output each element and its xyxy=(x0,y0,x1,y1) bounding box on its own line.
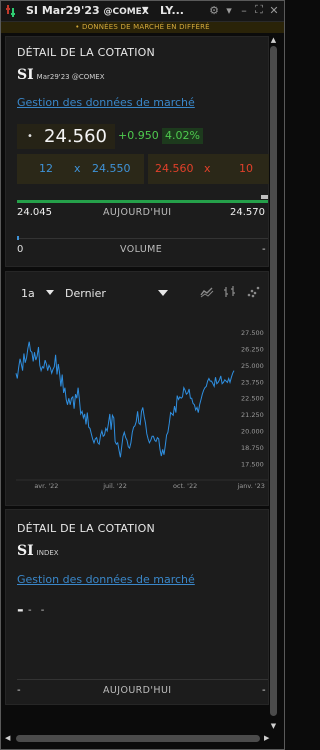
y-tick-label: 17.500 xyxy=(241,460,264,468)
ask-x: x xyxy=(204,162,211,175)
index-panel: DÉTAIL DE LA COTATION SI INDEX Gestion de… xyxy=(5,509,269,705)
chart-panel: 1a Dernier 27.500 26.250 25.000 23.750 22.50… xyxy=(5,271,269,506)
price-change: +0.950 xyxy=(118,129,159,142)
symbol: SI xyxy=(17,543,34,559)
maximize-icon[interactable]: ⛶ xyxy=(253,3,265,17)
panel-title: DÉTAIL DE LA COTATION xyxy=(17,46,155,59)
logo-icon xyxy=(6,5,15,17)
day-range-bar xyxy=(17,679,268,680)
field-select[interactable]: Dernier xyxy=(65,287,106,300)
market-data-link[interactable]: Gestion des données de marché xyxy=(17,573,195,586)
symbol: SI xyxy=(17,67,34,83)
y-tick-label: 26.250 xyxy=(241,345,264,353)
scroll-down-icon[interactable]: ▼ xyxy=(269,722,278,731)
day-low: - xyxy=(17,685,21,696)
bar-chart-icon[interactable] xyxy=(223,285,237,299)
x-tick-label: oct. '22 xyxy=(173,482,197,490)
day-high: - xyxy=(262,685,266,696)
gear-icon[interactable]: ⚙ xyxy=(208,4,220,17)
y-tick-label: 20.000 xyxy=(241,428,264,436)
volume-value: 0 xyxy=(17,244,24,255)
y-tick-label: 23.750 xyxy=(241,378,264,386)
volume-dash: - xyxy=(262,244,266,255)
scroll-thumb[interactable] xyxy=(270,46,277,716)
y-tick-label: 27.500 xyxy=(241,329,264,337)
day-low: 24.045 xyxy=(17,207,52,218)
last-price: 24.560 xyxy=(44,126,107,147)
group-label[interactable]: LY... xyxy=(160,4,184,17)
window-controls: ⚙ ▾ – ⛶ ✕ xyxy=(208,3,280,17)
bid-size: 12 xyxy=(39,162,53,175)
window-title[interactable]: SI Mar29'23 @COMEX xyxy=(26,4,149,17)
symbol-line: SI INDEX xyxy=(17,543,59,559)
period-select[interactable]: 1a xyxy=(21,287,35,300)
quote-panel: DÉTAIL DE LA COTATION SI Mar29'23 @COMEX … xyxy=(5,36,269,267)
volume-marker xyxy=(17,236,19,240)
bid-price: 24.550 xyxy=(92,162,131,175)
price-change-percent: 4.02% xyxy=(162,128,203,144)
symbol-title: SI Mar29'23 xyxy=(26,4,100,17)
day-range-label: AUJOURD'HUI xyxy=(103,207,172,218)
ask-box[interactable]: 24.560 x 10 xyxy=(148,154,269,184)
last-price: - xyxy=(17,600,24,619)
bid-box[interactable]: 12 x 24.550 xyxy=(17,154,144,184)
y-tick-label: 18.750 xyxy=(241,444,264,452)
market-data-link[interactable]: Gestion des données de marché xyxy=(17,96,195,109)
horizontal-scrollbar[interactable]: ◀ ▶ xyxy=(1,733,284,745)
y-tick-label: 25.000 xyxy=(241,362,264,370)
x-tick-label: juil. '22 xyxy=(102,482,127,490)
delayed-data-notice: • DONNÉES DE MARCHÉ EN DIFFÉRÉ xyxy=(1,22,284,33)
scroll-up-icon[interactable]: ▲ xyxy=(269,36,278,45)
bid-x: x xyxy=(74,162,81,175)
chevron-down-icon[interactable]: ▾ xyxy=(223,4,235,17)
close-icon[interactable]: ✕ xyxy=(268,4,280,17)
scroll-thumb[interactable] xyxy=(16,735,260,742)
volume-label: VOLUME xyxy=(120,244,163,255)
vertical-scrollbar[interactable]: ▲ ▼ xyxy=(269,36,278,731)
panel-title: DÉTAIL DE LA COTATION xyxy=(17,522,155,535)
y-tick-label: 22.500 xyxy=(241,395,264,403)
price-change: - - xyxy=(28,605,48,616)
chevron-down-icon[interactable]: ▼ xyxy=(142,5,148,14)
day-high: 24.570 xyxy=(230,207,265,218)
range-marker xyxy=(261,195,268,199)
app-window: SI Mar29'23 @COMEX ▼ LY... ⚙ ▾ – ⛶ ✕ • D… xyxy=(0,0,285,750)
volume-bar xyxy=(17,238,268,239)
contract-label: INDEX xyxy=(36,549,59,557)
ask-size: 10 xyxy=(239,162,253,175)
day-range-label: AUJOURD'HUI xyxy=(103,685,172,696)
day-range-bar xyxy=(17,200,268,203)
price-chart[interactable]: 27.500 26.250 25.000 23.750 22.500 21.250 20.0… xyxy=(10,320,268,490)
price-bullet: • xyxy=(27,131,33,142)
symbol-line: SI Mar29'23 @COMEX xyxy=(17,67,105,83)
ask-price: 24.560 xyxy=(155,162,194,175)
price-series-line xyxy=(15,341,235,458)
y-tick-label: 21.250 xyxy=(241,411,264,419)
contract-label: Mar29'23 @COMEX xyxy=(36,73,105,81)
title-bar[interactable]: SI Mar29'23 @COMEX ▼ LY... ⚙ ▾ – ⛶ ✕ xyxy=(1,1,284,22)
scroll-right-icon[interactable]: ▶ xyxy=(264,734,269,742)
scroll-left-icon[interactable]: ◀ xyxy=(5,734,10,742)
scatter-chart-icon[interactable] xyxy=(246,285,260,299)
chevron-down-icon[interactable] xyxy=(158,290,168,296)
minimize-icon[interactable]: – xyxy=(238,4,250,17)
line-chart-icon[interactable] xyxy=(200,285,214,299)
chevron-down-icon[interactable] xyxy=(46,290,54,295)
last-price-box: • 24.560 xyxy=(17,124,115,149)
x-tick-label: janv. '23 xyxy=(236,482,264,490)
x-tick-label: avr. '22 xyxy=(34,482,58,490)
